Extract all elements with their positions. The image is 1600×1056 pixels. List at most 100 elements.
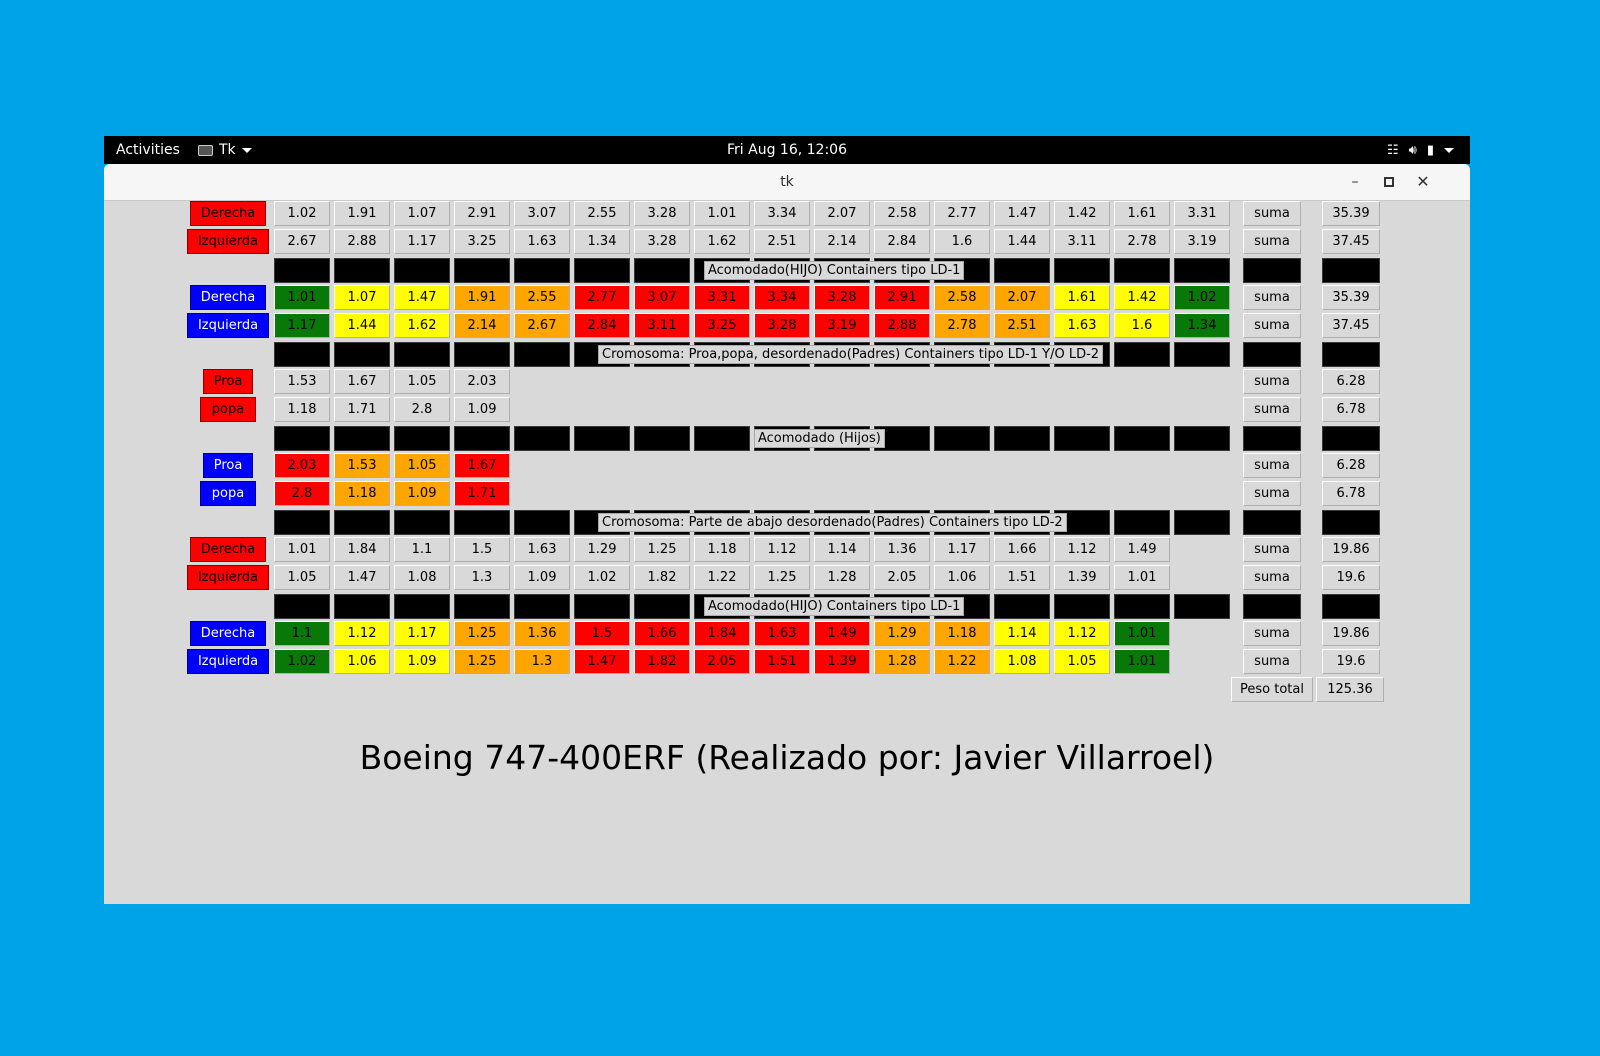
weight-cell[interactable]: 1.08 xyxy=(394,565,450,590)
weight-cell[interactable]: 1.71 xyxy=(334,397,390,422)
weight-cell[interactable]: 1.01 xyxy=(274,285,330,310)
weight-cell[interactable]: 2.88 xyxy=(334,229,390,254)
maximize-icon[interactable] xyxy=(1377,164,1401,200)
weight-cell[interactable]: 1.07 xyxy=(334,285,390,310)
suma-button[interactable]: suma xyxy=(1243,229,1301,254)
weight-cell[interactable]: 1.28 xyxy=(814,565,870,590)
side-label-izquierda[interactable]: Izquierda xyxy=(187,649,269,674)
clock[interactable]: Fri Aug 16, 12:06 xyxy=(104,136,1470,164)
suma-button[interactable]: suma xyxy=(1243,397,1301,422)
weight-cell[interactable]: 2.8 xyxy=(274,481,330,506)
weight-cell[interactable]: 2.78 xyxy=(1114,229,1170,254)
weight-cell[interactable]: 2.8 xyxy=(394,397,450,422)
weight-cell[interactable]: 3.28 xyxy=(634,201,690,226)
weight-cell[interactable]: 1.47 xyxy=(994,201,1050,226)
weight-cell[interactable]: 1.67 xyxy=(454,453,510,478)
weight-cell[interactable]: 1.67 xyxy=(334,369,390,394)
weight-cell[interactable]: 1.06 xyxy=(334,649,390,674)
suma-button[interactable]: suma xyxy=(1243,201,1301,226)
weight-cell[interactable]: 2.91 xyxy=(454,201,510,226)
weight-cell[interactable]: 1.1 xyxy=(274,621,330,646)
side-label-popa[interactable]: popa xyxy=(200,397,256,422)
row-total[interactable]: 19.86 xyxy=(1322,621,1380,646)
side-label-izquierda[interactable]: Izquierda xyxy=(187,565,269,590)
weight-cell[interactable]: 1.29 xyxy=(574,537,630,562)
weight-cell[interactable]: 1.01 xyxy=(1114,649,1170,674)
weight-cell[interactable]: 1.71 xyxy=(454,481,510,506)
weight-cell[interactable]: 1.63 xyxy=(754,621,810,646)
weight-cell[interactable]: 1.05 xyxy=(394,369,450,394)
weight-cell[interactable]: 1.08 xyxy=(994,649,1050,674)
weight-cell[interactable]: 1.17 xyxy=(394,621,450,646)
weight-cell[interactable]: 2.78 xyxy=(934,313,990,338)
weight-cell[interactable]: 1.6 xyxy=(1114,313,1170,338)
weight-cell[interactable]: 1.91 xyxy=(334,201,390,226)
weight-cell[interactable]: 1.66 xyxy=(994,537,1050,562)
weight-cell[interactable]: 3.31 xyxy=(1174,201,1230,226)
row-total[interactable]: 37.45 xyxy=(1322,313,1380,338)
side-label-izquierda[interactable]: Izquierda xyxy=(187,313,269,338)
suma-button[interactable]: suma xyxy=(1243,481,1301,506)
system-tray[interactable]: ☷ 🔊︎ ▮ xyxy=(1377,136,1454,164)
weight-cell[interactable]: 1.09 xyxy=(394,649,450,674)
weight-cell[interactable]: 3.07 xyxy=(634,285,690,310)
weight-cell[interactable]: 1.42 xyxy=(1114,285,1170,310)
weight-cell[interactable]: 1.63 xyxy=(514,229,570,254)
weight-cell[interactable]: 1.6 xyxy=(934,229,990,254)
weight-cell[interactable]: 3.28 xyxy=(754,313,810,338)
weight-cell[interactable]: 3.34 xyxy=(754,201,810,226)
side-label-derecha[interactable]: Derecha xyxy=(190,201,266,226)
weight-cell[interactable]: 1.02 xyxy=(274,201,330,226)
weight-cell[interactable]: 1.3 xyxy=(514,649,570,674)
weight-cell[interactable]: 1.05 xyxy=(394,453,450,478)
weight-cell[interactable]: 1.05 xyxy=(274,565,330,590)
weight-cell[interactable]: 3.19 xyxy=(814,313,870,338)
weight-cell[interactable]: 3.25 xyxy=(694,313,750,338)
weight-cell[interactable]: 1.39 xyxy=(1054,565,1110,590)
weight-cell[interactable]: 1.18 xyxy=(694,537,750,562)
weight-cell[interactable]: 1.47 xyxy=(334,565,390,590)
weight-cell[interactable]: 1.5 xyxy=(574,621,630,646)
weight-cell[interactable]: 1.53 xyxy=(334,453,390,478)
weight-cell[interactable]: 2.88 xyxy=(874,313,930,338)
weight-cell[interactable]: 1.14 xyxy=(814,537,870,562)
weight-cell[interactable]: 1.62 xyxy=(394,313,450,338)
side-label-derecha[interactable]: Derecha xyxy=(190,285,266,310)
weight-cell[interactable]: 2.03 xyxy=(274,453,330,478)
weight-cell[interactable]: 1.01 xyxy=(1114,565,1170,590)
weight-cell[interactable]: 3.19 xyxy=(1174,229,1230,254)
weight-cell[interactable]: 1.01 xyxy=(694,201,750,226)
weight-cell[interactable]: 1.17 xyxy=(394,229,450,254)
weight-cell[interactable]: 1.01 xyxy=(1114,621,1170,646)
row-total[interactable]: 6.78 xyxy=(1322,481,1380,506)
weight-cell[interactable]: 1.42 xyxy=(1054,201,1110,226)
weight-cell[interactable]: 3.11 xyxy=(1054,229,1110,254)
weight-cell[interactable]: 1.84 xyxy=(694,621,750,646)
row-total[interactable]: 19.6 xyxy=(1322,565,1380,590)
weight-cell[interactable]: 3.11 xyxy=(634,313,690,338)
weight-cell[interactable]: 1.63 xyxy=(1054,313,1110,338)
weight-cell[interactable]: 2.07 xyxy=(814,201,870,226)
weight-cell[interactable]: 1.07 xyxy=(394,201,450,226)
suma-button[interactable]: suma xyxy=(1243,537,1301,562)
weight-cell[interactable]: 1.12 xyxy=(1054,537,1110,562)
weight-cell[interactable]: 3.28 xyxy=(814,285,870,310)
weight-cell[interactable]: 1.28 xyxy=(874,649,930,674)
weight-cell[interactable]: 3.07 xyxy=(514,201,570,226)
side-label-popa[interactable]: popa xyxy=(200,481,256,506)
weight-cell[interactable]: 1.18 xyxy=(334,481,390,506)
weight-cell[interactable]: 1.09 xyxy=(394,481,450,506)
weight-cell[interactable]: 1.12 xyxy=(754,537,810,562)
weight-cell[interactable]: 1.17 xyxy=(274,313,330,338)
weight-cell[interactable]: 1.25 xyxy=(754,565,810,590)
suma-button[interactable]: suma xyxy=(1243,313,1301,338)
weight-cell[interactable]: 2.58 xyxy=(934,285,990,310)
weight-cell[interactable]: 1.44 xyxy=(334,313,390,338)
side-label-proa[interactable]: Proa xyxy=(203,453,253,478)
peso-total-label[interactable]: Peso total xyxy=(1231,677,1313,702)
weight-cell[interactable]: 1.5 xyxy=(454,537,510,562)
weight-cell[interactable]: 2.07 xyxy=(994,285,1050,310)
minimize-icon[interactable]: – xyxy=(1343,164,1367,200)
row-total[interactable]: 19.6 xyxy=(1322,649,1380,674)
weight-cell[interactable]: 1.09 xyxy=(454,397,510,422)
